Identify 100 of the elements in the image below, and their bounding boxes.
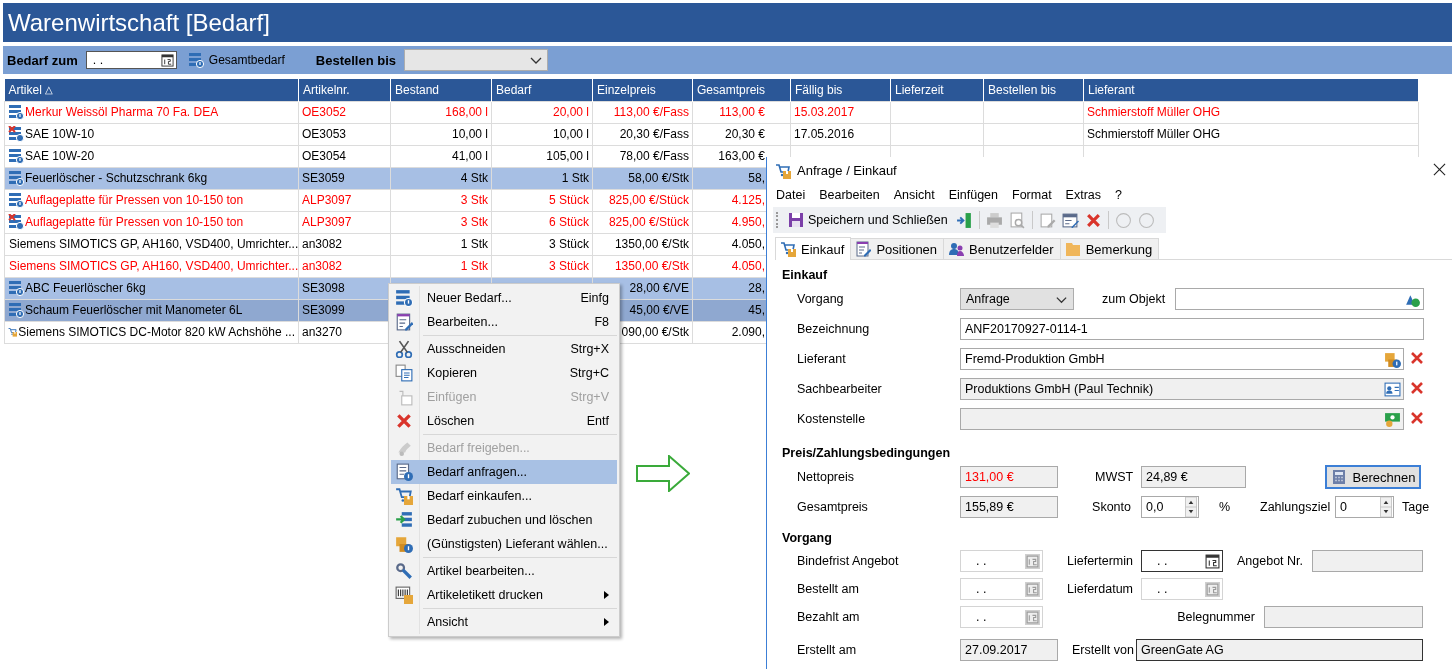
table-row[interactable]: Merkur Weissöl Pharma 70 Fa. DEA OE3052 168,00 l 20,00 l 113,00 €/Fass 113,00 € 15.03.2017 Schmierstoff Müller OHG — [4, 101, 1419, 123]
column-header[interactable]: Artikel — [8, 82, 42, 97]
calendar-icon — [160, 53, 174, 67]
barcode-label-icon — [395, 586, 413, 604]
calculator-icon — [1330, 469, 1347, 485]
field-label: Vorgang — [797, 292, 845, 306]
column-header[interactable]: Bestellen bis — [983, 79, 1084, 101]
table-cell: 1 Stk — [390, 255, 492, 277]
boxes-question-icon — [395, 535, 413, 553]
lookup-field[interactable] — [1175, 288, 1424, 310]
table-cell: 15.03.2017 — [790, 101, 891, 123]
menu-item[interactable]: Bedarf zubuchen und löschen — [391, 508, 617, 532]
calendar-icon — [1025, 581, 1040, 597]
date-field[interactable]: . . — [1141, 550, 1223, 572]
field-label: Lieferdatum — [1066, 582, 1134, 596]
table-cell: Siemens SIMOTICS GP, AH160, VSD400, Umrichter... — [9, 237, 298, 251]
table-cell: 113,00 € — [692, 101, 791, 123]
column-header[interactable]: Bedarf — [491, 79, 593, 101]
table-row[interactable]: SAE 10W-10 OE3053 10,00 l 10,00 l 20,30 €/Fass 20,30 € 17.05.2016 Schmierstoff Müller OHG — [4, 123, 1419, 145]
column-header[interactable]: Artikelnr. — [298, 79, 391, 101]
spin-field[interactable]: 0 — [1335, 496, 1394, 518]
tab[interactable]: Einkauf — [775, 237, 852, 260]
cart-icon — [775, 162, 791, 179]
text-field[interactable] — [1264, 606, 1423, 628]
menu-bar-item[interactable]: Bearbeiten — [818, 188, 881, 202]
total-demand-button[interactable]: Gesamtbedarf — [184, 50, 316, 70]
field-label: Tage — [1401, 500, 1431, 514]
lookup-field[interactable]: Fremd-Produktion GmbH — [960, 348, 1404, 370]
table-cell: Merkur Weissöl Pharma 70 Fa. DEA — [25, 105, 219, 119]
menu-item[interactable]: (Günstigsten) Lieferant wählen... — [391, 532, 617, 556]
text-field[interactable]: GreenGate AG — [1136, 639, 1423, 661]
field-label: Bestellen bis — [315, 52, 396, 68]
column-header[interactable]: Bestand — [390, 79, 492, 101]
table-cell: ALP3097 — [298, 189, 391, 211]
field-label: zum Objekt — [1102, 292, 1167, 306]
text-field[interactable]: 155,89 € — [960, 496, 1058, 518]
calendar-icon — [1205, 553, 1220, 569]
field-label: MWST — [1094, 470, 1135, 484]
tab[interactable]: Bemerkung — [1059, 238, 1160, 259]
circle-icon — [1137, 211, 1155, 229]
table-cell: an3082 — [298, 233, 391, 255]
spin-field[interactable]: 0,0 — [1141, 496, 1199, 518]
menu-item[interactable]: Bedarf anfragen... — [391, 460, 617, 484]
menu-item[interactable]: Bedarf einkaufen... — [391, 484, 617, 508]
text-field[interactable] — [1312, 550, 1423, 572]
menu-bar-item[interactable]: Extras — [1064, 188, 1103, 202]
menu-bar-item[interactable]: Ansicht — [892, 188, 936, 202]
table-cell: Siemens SIMOTICS GP, AH160, VSD400, Umrichter... — [9, 259, 298, 273]
panel-arrow-icon — [955, 211, 973, 229]
field-label: Liefertermin — [1066, 554, 1134, 568]
text-field[interactable]: 27.09.2017 — [960, 639, 1058, 661]
tab[interactable]: Positionen — [850, 238, 945, 259]
contact-card-icon — [1384, 380, 1401, 398]
text-field[interactable]: ANF20170927-0114-1 — [960, 318, 1424, 340]
shortcut-text: Strg+V — [570, 390, 609, 404]
dropdown[interactable] — [404, 49, 548, 71]
tab[interactable]: Benutzerfelder — [943, 238, 1061, 259]
cart-icon — [395, 487, 413, 505]
app-title: Warenwirtschaft [Bedarf] — [8, 8, 270, 38]
menu-item[interactable]: Artikeletikett drucken — [391, 583, 617, 607]
lookup-field[interactable]: Produktions GmbH (Paul Technik) — [960, 378, 1404, 400]
stack-icon — [187, 52, 204, 68]
menu-bar-item[interactable]: Einfügen — [947, 188, 999, 202]
table-cell: 6 Stück — [491, 211, 593, 233]
shortcut-text: Strg+C — [569, 366, 609, 380]
menu-item[interactable]: Artikel bearbeiten... — [391, 559, 617, 583]
text-field[interactable]: 24,89 € — [1141, 466, 1246, 488]
combo-box[interactable]: Anfrage — [960, 288, 1074, 310]
table-cell: Siemens SIMOTICS DC-Motor 820 kW Achshöhe ... — [18, 325, 295, 339]
table-cell: 78,00 €/Fass — [592, 145, 693, 167]
table-cell: OE3054 — [298, 145, 391, 167]
table-cell: 1350,00 €/Stk — [592, 255, 693, 277]
people-icon — [948, 241, 965, 257]
calendar-icon — [1205, 581, 1220, 597]
column-header[interactable]: Lieferant — [1083, 79, 1419, 101]
save-icon — [788, 212, 804, 228]
preview-icon — [1008, 211, 1026, 229]
column-header[interactable]: Lieferzeit — [890, 79, 984, 101]
field-label: Zahlungsziel — [1260, 500, 1332, 514]
column-header[interactable]: Gesamtpreis — [692, 79, 791, 101]
menu-bar-item[interactable]: Format — [1011, 188, 1053, 202]
arrow-icon — [636, 455, 690, 492]
menu-bar-item[interactable]: ? — [1114, 188, 1123, 202]
boxes-icon — [1384, 350, 1401, 368]
field-label: Bezeichnung — [797, 322, 871, 336]
money-icon — [1384, 410, 1401, 428]
column-header[interactable]: Fällig bis — [790, 79, 891, 101]
table-cell: SAE 10W-10 — [25, 127, 95, 141]
field-label: Lieferant — [797, 352, 847, 366]
table-cell: 20,00 l — [491, 101, 593, 123]
calculate-button[interactable]: Berechnen — [1325, 465, 1421, 489]
menu-item[interactable]: Ansicht — [391, 610, 617, 634]
column-header[interactable]: Einzelpreis — [592, 79, 693, 101]
date-field[interactable]: . . — [85, 51, 177, 69]
text-field[interactable]: 131,00 € — [960, 466, 1058, 488]
table-cell: Auflageplatte für Pressen von 10-150 ton — [25, 215, 244, 229]
menu-item[interactable]: Kopieren Strg+C — [391, 361, 617, 385]
table-cell: 1 Stk — [390, 233, 492, 255]
menu-item[interactable]: Löschen Entf — [391, 409, 617, 433]
lookup-field[interactable] — [960, 408, 1404, 430]
